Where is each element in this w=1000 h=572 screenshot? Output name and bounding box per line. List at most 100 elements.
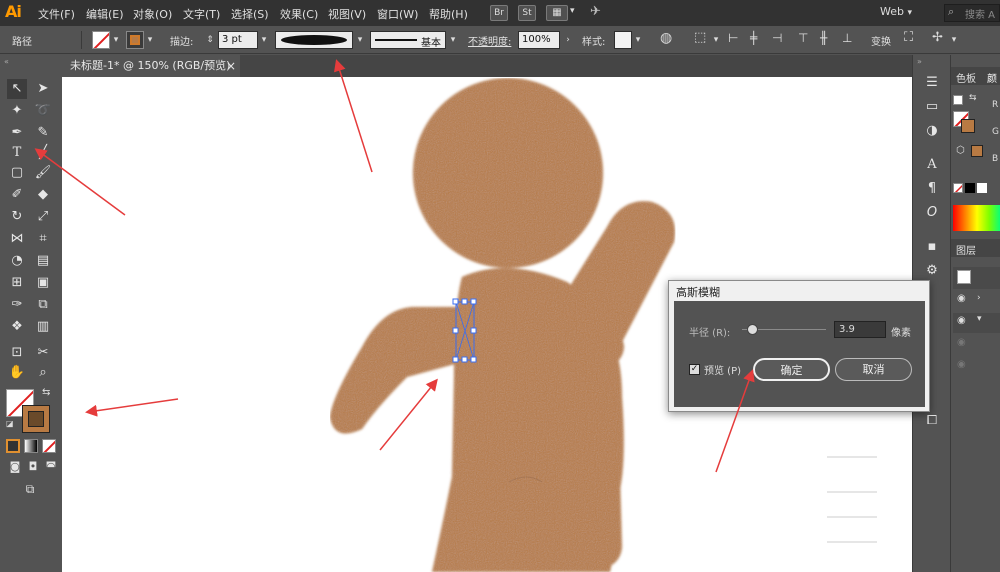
workspace-switcher[interactable]: Web ▾ [880,5,912,18]
line-segment-tool-icon[interactable]: ╱ [33,143,53,163]
scale-tool-icon[interactable]: ⤢ [33,207,53,227]
preview-label[interactable]: 预览 (P) [704,362,741,377]
stroke-weight-input[interactable]: 3 pt [218,31,258,49]
libraries-panel-icon[interactable]: ▪ [922,237,942,257]
brush-definition[interactable]: 基本 [370,31,446,49]
chevron-down-icon[interactable]: ▾ [710,31,722,49]
none-mode-icon[interactable] [42,439,56,453]
menu-view[interactable]: 视图(V) [328,6,366,22]
color-spectrum[interactable] [953,205,1000,231]
character-panel-icon[interactable]: A [922,155,942,175]
paintbrush-tool-icon[interactable]: 🖌 [33,163,53,183]
default-colors-icon[interactable]: ◪ [6,419,14,428]
stock-icon[interactable]: St [518,5,536,21]
radius-input[interactable]: 3.9 [834,321,886,338]
shaper-tool-icon[interactable]: ✐ [7,185,27,205]
document-tab[interactable]: 未标题-1* @ 150% (RGB/预览) [62,55,240,77]
opacity-input[interactable]: 100% [518,31,560,49]
menu-window[interactable]: 窗口(W) [377,6,418,22]
free-transform-tool-icon[interactable]: ⌗ [33,229,53,249]
chevron-down-icon[interactable]: ▾ [447,31,459,49]
swap-fill-stroke-icon[interactable]: ⇆ [42,387,50,398]
gpu-performance-icon[interactable]: ✈ [590,4,601,19]
chevron-right-icon[interactable]: › [562,31,574,49]
chevron-down-icon[interactable]: ▾ [977,314,982,324]
rectangle-tool-icon[interactable]: ▢ [7,163,27,183]
gradient-mode-icon[interactable] [24,439,38,453]
eyedropper-tool-icon[interactable]: ✑ [7,295,27,315]
draw-normal-icon[interactable]: ◙ [5,457,25,477]
width-tool-icon[interactable]: ⋈ [7,229,27,249]
gingerbread-man[interactable] [330,78,676,572]
stroke-swatch[interactable] [126,31,144,49]
screen-mode-icon[interactable]: ⧉ [20,479,40,499]
stroke-swatch-large[interactable] [22,405,50,433]
opentype-panel-icon[interactable]: O [922,203,942,223]
menu-help[interactable]: 帮助(H) [429,6,468,22]
ok-button[interactable]: 确定 [753,358,830,381]
paragraph-panel-icon[interactable]: ¶ [922,179,942,199]
eye-icon[interactable]: ◉ [957,359,966,370]
hand-tool-icon[interactable]: ✋ [7,363,27,383]
curvature-tool-icon[interactable]: ✎ [33,123,53,143]
align-left-icon[interactable]: ⊢ [728,31,738,45]
align-right-icon[interactable]: ⊣ [772,31,782,45]
tab-layers[interactable]: 图层 [956,242,976,257]
draw-inside-icon[interactable]: ◚ [41,457,61,477]
menu-object[interactable]: 对象(O) [133,6,172,22]
close-icon[interactable]: × [226,59,236,73]
opacity-label[interactable]: 不透明度: [468,33,511,48]
swap-fill-stroke-icon[interactable]: ⇆ [969,93,977,103]
layer-row[interactable]: ◉ [953,335,1000,355]
eye-icon[interactable]: ◉ [957,293,966,304]
recolor-artwork-icon[interactable]: ◍ [660,30,672,46]
align-top-icon[interactable]: ⊤ [798,31,808,45]
default-colors-icon[interactable] [953,95,963,105]
chevron-down-icon[interactable]: ▾ [354,31,366,49]
artboard-tool-icon[interactable]: ⊡ [7,343,27,363]
menu-select[interactable]: 选择(S) [231,6,269,22]
menu-type[interactable]: 文字(T) [183,6,220,22]
layer-row[interactable]: ◉ › [953,291,1000,311]
properties-icon[interactable]: ☰ [922,73,942,93]
eye-icon[interactable]: ◉ [957,315,966,326]
eye-icon[interactable]: ◉ [957,337,966,348]
transform-link[interactable]: 变换 [871,33,891,48]
graphic-style-swatch[interactable] [614,31,632,49]
radius-slider-knob[interactable] [747,324,758,335]
mesh-tool-icon[interactable]: ⊞ [7,273,27,293]
align-bottom-icon[interactable]: ⊥ [842,31,852,45]
shape-builder-tool-icon[interactable]: ◔ [7,251,27,271]
stepper-icon[interactable]: ⇕ [204,31,216,49]
layer-row[interactable]: ◉ [953,357,1000,377]
chevron-down-icon[interactable]: ▾ [110,31,122,49]
transparency-panel-icon[interactable]: ◑ [922,121,942,141]
layer-row[interactable]: ◉ ▾ [953,313,1000,333]
magic-wand-tool-icon[interactable]: ✦ [7,101,27,121]
chevron-down-icon[interactable]: ▾ [258,31,270,49]
arrange-documents-icon[interactable]: ▦ [546,5,568,21]
zoom-tool-icon[interactable]: ⌕ [33,363,53,383]
menu-effect[interactable]: 效果(C) [280,6,318,22]
symbol-sprayer-tool-icon[interactable]: ❖ [7,317,27,337]
rotate-tool-icon[interactable]: ↻ [7,207,27,227]
tab-color[interactable]: 颜 [987,70,997,85]
bridge-icon[interactable]: Br [490,5,508,21]
chevron-down-icon[interactable]: ▾ [948,31,960,49]
column-graph-tool-icon[interactable]: ▥ [33,317,53,337]
stroke-swatch-small[interactable] [961,119,975,133]
chevron-right-icon[interactable]: › [977,293,981,303]
fill-none-swatch[interactable] [92,31,110,49]
export-panel-icon[interactable]: ⧠ [922,411,942,431]
layer-row[interactable] [953,267,1000,289]
pen-tool-icon[interactable]: ✒ [7,123,27,143]
lasso-tool-icon[interactable]: ➰ [33,101,53,121]
direct-selection-tool-icon[interactable]: ➤ [33,79,53,99]
selection-tool-icon[interactable]: ↖ [7,79,27,99]
cancel-button[interactable]: 取消 [835,358,912,381]
white-swatch[interactable] [977,183,987,193]
perspective-grid-tool-icon[interactable]: ▤ [33,251,53,271]
chevron-down-icon[interactable]: ▾ [632,31,644,49]
eraser-tool-icon[interactable]: ◆ [33,185,53,205]
isolate-icon[interactable]: ⛶ [904,30,913,45]
